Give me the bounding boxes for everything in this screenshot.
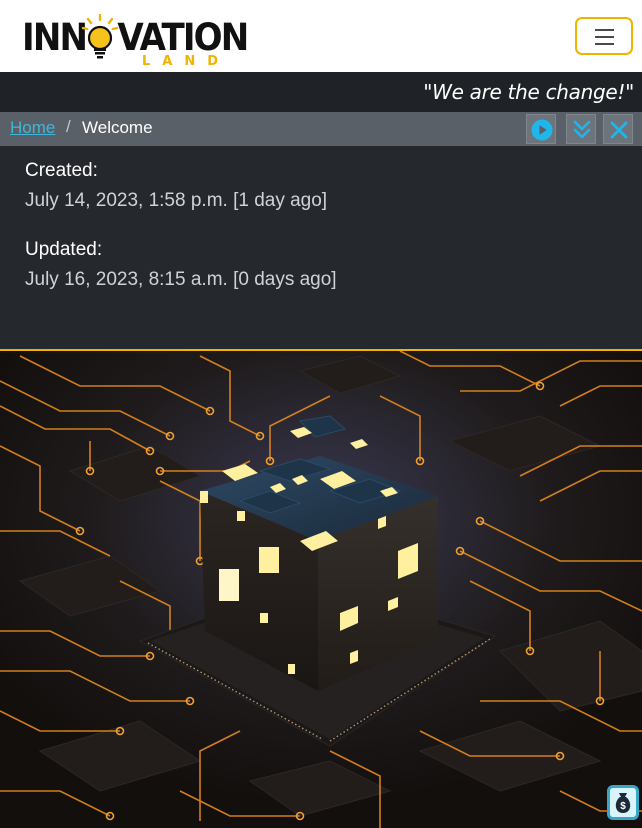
breadcrumb: Home / Welcome <box>0 112 642 146</box>
close-button[interactable] <box>603 114 633 144</box>
svg-text:$: $ <box>620 801 626 812</box>
money-bag-icon: $ <box>615 793 631 813</box>
navbar: INN VATION LAND <box>0 0 642 72</box>
glowing-cube-on-circuit-board-image <box>0 351 642 828</box>
logo-subtitle: LAND <box>142 54 231 69</box>
brand-logo[interactable]: INN VATION LAND <box>22 14 249 69</box>
play-button[interactable] <box>526 114 556 144</box>
breadcrumb-current: Welcome <box>82 118 153 137</box>
breadcrumb-separator: / <box>66 117 71 136</box>
updated-value: July 16, 2023, 8:15 a.m. [0 days ago] <box>25 269 337 290</box>
slogan-text: "We are the change!" <box>423 80 634 104</box>
created-value: July 14, 2023, 1:58 p.m. [1 day ago] <box>25 190 328 211</box>
budget-button[interactable]: $ <box>607 785 639 820</box>
lightbulb-icon <box>81 14 119 59</box>
breadcrumb-home-link[interactable]: Home <box>10 118 55 138</box>
expand-all-button[interactable] <box>566 114 596 144</box>
created-label: Created: <box>25 160 98 181</box>
updated-label: Updated: <box>25 239 103 260</box>
play-circle-icon <box>531 119 553 141</box>
slogan-bar: "We are the change!" <box>0 72 642 112</box>
logo-wordmark: INN VATION <box>22 16 249 59</box>
hero-image <box>0 351 642 828</box>
hamburger-icon <box>595 29 614 31</box>
menu-toggle-button[interactable] <box>575 17 633 55</box>
close-icon <box>610 121 628 139</box>
double-chevron-down-icon <box>573 120 591 139</box>
page-meta: Created: July 14, 2023, 1:58 p.m. [1 day… <box>0 146 642 350</box>
